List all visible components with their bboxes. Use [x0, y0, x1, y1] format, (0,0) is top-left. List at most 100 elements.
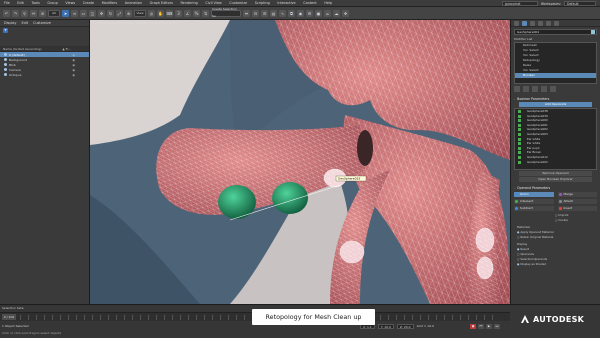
operand-parameters-rollout[interactable]: Operand Parameters	[514, 185, 597, 190]
snap-toggle-icon[interactable]: 3	[175, 9, 182, 17]
bind-space-warp-icon[interactable]: ≋	[39, 9, 46, 17]
redo-icon[interactable]: ↷	[12, 9, 19, 17]
viewport-label[interactable]: [+] [PhysCamera001] [User Defined] [Defa…	[93, 21, 176, 25]
window-crossing-icon[interactable]: ◫	[89, 9, 96, 17]
undo-icon[interactable]: ↶	[3, 9, 10, 17]
selection-filter-dropdown[interactable]: All	[48, 9, 60, 17]
menu-graph-editors[interactable]: Graph Editors	[150, 1, 173, 5]
modify-tab-icon[interactable]	[522, 20, 527, 26]
play-icon[interactable]: ▶	[486, 324, 492, 329]
keyboard-shortcut-icon[interactable]: ⌨	[166, 9, 173, 17]
operand-item[interactable]: GeoSphere002	[515, 160, 596, 165]
select-object-icon[interactable]: ➤	[62, 9, 69, 17]
create-tab-icon[interactable]	[514, 20, 519, 26]
pin-stack-icon[interactable]	[514, 86, 520, 92]
tab-edit[interactable]: Edit	[22, 21, 29, 25]
op-union-button[interactable]: Union	[514, 192, 554, 197]
object-name-field[interactable]: GeoSphere001	[514, 29, 597, 35]
menu-animation[interactable]: Animation	[125, 1, 142, 5]
filter-icon[interactable]: ▼	[3, 28, 8, 33]
auto-key-button[interactable]: ●	[470, 324, 476, 329]
scale-icon[interactable]: ⤢	[116, 9, 123, 17]
unlink-icon[interactable]: ⚯	[30, 9, 37, 17]
visibility-icon[interactable]: ◉	[72, 53, 75, 57]
column-name[interactable]: Name (Sorted Ascending)	[3, 47, 42, 51]
display-tab-icon[interactable]	[546, 20, 551, 26]
go-to-end-icon[interactable]: ⏭	[494, 324, 500, 329]
visibility-icon[interactable]: ◉	[72, 73, 75, 77]
render-production-icon[interactable]: ☕	[324, 9, 331, 17]
utilities-tab-icon[interactable]	[554, 20, 559, 26]
named-selection-sets[interactable]: Create Selection Se	[211, 7, 241, 18]
link-icon[interactable]: ⚲	[21, 9, 28, 17]
angle-snap-icon[interactable]: ∠	[184, 9, 191, 17]
open-boolean-explorer-button[interactable]: Open Boolean Explorer	[519, 177, 592, 182]
rendered-frame-window-icon[interactable]: ▣	[315, 9, 322, 17]
perspective-viewport[interactable]: GeoSphere033 [+] [PhysCamera001] [User D…	[90, 20, 510, 304]
placement-icon[interactable]: ⊕	[125, 9, 132, 17]
render-online-icon[interactable]: ☁	[333, 9, 340, 17]
select-by-name-icon[interactable]: ≡	[71, 9, 78, 17]
toggle-ribbon-icon[interactable]: ▤	[270, 9, 277, 17]
menu-group[interactable]: Group	[47, 1, 57, 5]
z-field[interactable]: Z: 20.0	[396, 324, 414, 329]
menu-content[interactable]: Content	[303, 1, 317, 5]
reference-coordinate-dropdown[interactable]: View	[134, 9, 146, 17]
menu-modifiers[interactable]: Modifiers	[102, 1, 117, 5]
visibility-icon[interactable]: ◉	[72, 58, 75, 62]
menu-help[interactable]: Help	[324, 1, 332, 5]
op-attach-button[interactable]: Attach	[557, 199, 597, 204]
y-field[interactable]: Y: 10.0	[377, 324, 394, 329]
configure-modifier-sets-icon[interactable]	[550, 86, 556, 92]
layer-explorer-icon[interactable]: ☰	[261, 9, 268, 17]
menu-file[interactable]: File	[4, 1, 10, 5]
menu-views[interactable]: Views	[65, 1, 75, 5]
visibility-icon[interactable]: ◉	[72, 68, 75, 72]
menu-customize[interactable]: Customize	[229, 1, 247, 5]
boolean-parameters-rollout[interactable]: Boolean Parameters	[514, 96, 597, 101]
time-slider[interactable]: 0 / 100	[2, 314, 16, 320]
a360-gallery-icon[interactable]: ❖	[342, 9, 349, 17]
remove-operand-button[interactable]: Remove Operand	[519, 171, 592, 176]
rotate-icon[interactable]: ↻	[107, 9, 114, 17]
motion-tab-icon[interactable]	[538, 20, 543, 26]
hierarchy-tab-icon[interactable]	[530, 20, 535, 26]
menu-edit[interactable]: Edit	[17, 1, 24, 5]
schematic-view-icon[interactable]: ⧉	[288, 9, 295, 17]
tab-display[interactable]: Display	[4, 21, 17, 25]
align-icon[interactable]: ⊟	[252, 9, 259, 17]
visibility-icon[interactable]: ◉	[72, 63, 75, 67]
go-to-start-icon[interactable]: ⏮	[478, 324, 484, 329]
spinner-snap-icon[interactable]: ⇅	[202, 9, 209, 17]
percent-snap-icon[interactable]: %	[193, 9, 200, 17]
menu-scripting[interactable]: Scripting	[255, 1, 270, 5]
explorer-row[interactable]: Octopus ◉	[0, 72, 89, 77]
workspace-selector[interactable]: Default	[564, 1, 596, 6]
column-frozen[interactable]: ▲ Fr...	[62, 47, 71, 51]
radio-option[interactable]: Retain Original Material	[517, 235, 594, 240]
cookie-checkbox[interactable]: Cookie	[517, 218, 594, 223]
make-unique-icon[interactable]	[532, 86, 538, 92]
manipulate-icon[interactable]: ✋	[157, 9, 164, 17]
op-insert-button[interactable]: Insert	[557, 206, 597, 211]
tab-customize[interactable]: Customize	[33, 21, 51, 25]
rectangle-selection-icon[interactable]: ▭	[80, 9, 87, 17]
radio-option[interactable]: Display as Shaded	[517, 262, 594, 267]
object-color-swatch[interactable]	[591, 30, 595, 34]
pivot-center-icon[interactable]: ◎	[148, 9, 155, 17]
menu-rendering[interactable]: Rendering	[180, 1, 197, 5]
modifier-item[interactable]: Boolean	[515, 73, 596, 78]
move-icon[interactable]: ✥	[98, 9, 105, 17]
op-merge-button[interactable]: Merge	[557, 192, 597, 197]
show-end-result-icon[interactable]	[523, 86, 529, 92]
modifier-list-dropdown[interactable]: Modifier List	[514, 37, 597, 41]
user-account-field[interactable]: guroumat	[501, 1, 538, 6]
add-operands-button[interactable]: Add Operands	[519, 102, 592, 107]
mirror-icon[interactable]: ⇹	[243, 9, 250, 17]
render-setup-icon[interactable]: ⚙	[306, 9, 313, 17]
curve-editor-icon[interactable]: ∿	[279, 9, 286, 17]
menu-tools[interactable]: Tools	[31, 1, 39, 5]
menu-civil-view[interactable]: Civil View	[205, 1, 221, 5]
material-editor-icon[interactable]: ◉	[297, 9, 304, 17]
op-intersect-button[interactable]: Intersect	[514, 199, 554, 204]
